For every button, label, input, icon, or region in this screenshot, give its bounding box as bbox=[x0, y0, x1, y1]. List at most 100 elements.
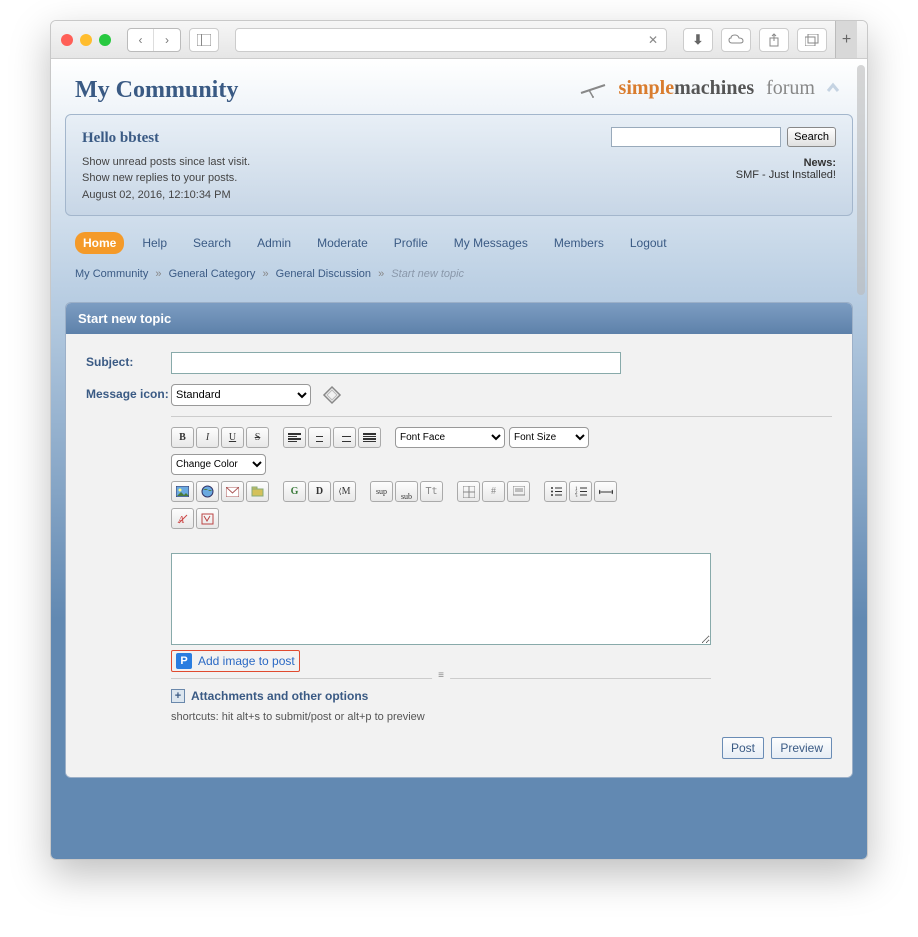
nav-buttons: ‹ › bbox=[127, 28, 181, 52]
bbc-image-button[interactable] bbox=[171, 481, 194, 502]
smf-logo[interactable]: simplemachines forum bbox=[579, 77, 815, 100]
forum-header: My Community simplemachines forum bbox=[65, 59, 853, 110]
new-replies-link[interactable]: Show new replies to your posts. bbox=[82, 172, 237, 184]
bbc-teletype-button[interactable]: Tt bbox=[420, 481, 443, 502]
bbc-preformat-button[interactable] bbox=[358, 427, 381, 448]
add-image-link[interactable]: Add image to post bbox=[198, 654, 295, 668]
list-ol-icon: 123 bbox=[575, 486, 587, 497]
menu-moderate[interactable]: Moderate bbox=[309, 232, 376, 254]
bbc-ftp-button[interactable] bbox=[246, 481, 269, 502]
forward-button[interactable]: › bbox=[154, 29, 180, 51]
message-icon-select[interactable]: Standard bbox=[171, 384, 311, 406]
browser-window: ‹ › ✕ ⬇ + My Community simplemachine bbox=[50, 20, 868, 860]
shortcuts-hint: shortcuts: hit alt+s to submit/post or a… bbox=[171, 711, 832, 723]
eraser-icon: A bbox=[177, 513, 189, 525]
crumb-community[interactable]: My Community bbox=[75, 268, 148, 280]
scrollbar-thumb[interactable] bbox=[857, 65, 865, 295]
menu-search[interactable]: Search bbox=[185, 232, 239, 254]
hr-icon bbox=[599, 489, 613, 495]
bbc-strike-button[interactable]: S bbox=[246, 427, 269, 448]
search-button[interactable]: Search bbox=[787, 127, 836, 147]
image-icon bbox=[176, 486, 189, 497]
bbc-remove-format-button[interactable]: A bbox=[171, 508, 194, 529]
toggle-icon bbox=[201, 513, 214, 525]
svg-text:A: A bbox=[177, 515, 185, 525]
sidebar-toggle-button[interactable] bbox=[189, 28, 219, 52]
cloud-button[interactable] bbox=[721, 28, 751, 52]
bbc-align-right-button[interactable] bbox=[333, 427, 356, 448]
greeting: Hello bbtest bbox=[82, 127, 250, 150]
mail-icon bbox=[226, 487, 239, 497]
main-menu: Home Help Search Admin Moderate Profile … bbox=[65, 216, 853, 264]
menu-members[interactable]: Members bbox=[546, 232, 612, 254]
menu-help[interactable]: Help bbox=[134, 232, 175, 254]
bbc-table-button[interactable] bbox=[457, 481, 480, 502]
breadcrumb: My Community » General Category » Genera… bbox=[65, 264, 853, 290]
bbc-quote-button[interactable] bbox=[507, 481, 530, 502]
user-info: Hello bbtest Show unread posts since las… bbox=[82, 127, 250, 203]
font-face-select[interactable]: Font Face bbox=[395, 427, 505, 448]
menu-messages[interactable]: My Messages bbox=[446, 232, 536, 254]
svg-text:3: 3 bbox=[575, 495, 578, 497]
unread-posts-link[interactable]: Show unread posts since last visit. bbox=[82, 156, 250, 168]
url-bar[interactable]: ✕ bbox=[235, 28, 667, 52]
site-title[interactable]: My Community bbox=[75, 77, 238, 104]
bbc-sup-button[interactable]: sup bbox=[370, 481, 393, 502]
bbc-toggle-view-button[interactable] bbox=[196, 508, 219, 529]
quote-icon bbox=[513, 486, 525, 497]
chevron-up-icon bbox=[825, 80, 841, 96]
tabs-button[interactable] bbox=[797, 28, 827, 52]
close-window-button[interactable] bbox=[61, 34, 73, 46]
table-icon bbox=[463, 486, 475, 498]
bbc-bold-button[interactable]: B bbox=[171, 427, 194, 448]
expand-attachments-button[interactable]: + bbox=[171, 689, 185, 703]
font-size-select[interactable]: Font Size bbox=[509, 427, 589, 448]
bbc-italic-button[interactable]: I bbox=[196, 427, 219, 448]
postimage-icon: P bbox=[176, 653, 192, 669]
menu-profile[interactable]: Profile bbox=[386, 232, 436, 254]
editor-toolbar: B I U S Font Face bbox=[171, 416, 832, 759]
globe-icon bbox=[201, 485, 214, 498]
bbc-underline-button[interactable]: U bbox=[221, 427, 244, 448]
textarea-resize-grip[interactable] bbox=[171, 678, 711, 679]
preview-button[interactable]: Preview bbox=[771, 737, 832, 759]
bbc-sub-button[interactable]: sub bbox=[395, 481, 418, 502]
post-button[interactable]: Post bbox=[722, 737, 764, 759]
bbc-align-center-button[interactable] bbox=[308, 427, 331, 448]
menu-logout[interactable]: Logout bbox=[622, 232, 675, 254]
panel-title: Start new topic bbox=[66, 303, 852, 334]
list-ul-icon bbox=[550, 486, 562, 497]
subject-input[interactable] bbox=[171, 352, 621, 374]
minimize-window-button[interactable] bbox=[80, 34, 92, 46]
new-tab-button[interactable]: + bbox=[835, 21, 857, 58]
downloads-button[interactable]: ⬇ bbox=[683, 28, 713, 52]
logo-machines: machines bbox=[674, 77, 754, 99]
search-input[interactable] bbox=[611, 127, 781, 147]
bbc-code-button[interactable]: # bbox=[482, 481, 505, 502]
stop-reload-icon[interactable]: ✕ bbox=[648, 33, 658, 47]
user-panel: Hello bbtest Show unread posts since las… bbox=[65, 114, 853, 216]
share-button[interactable] bbox=[759, 28, 789, 52]
bbc-list-ol-button[interactable]: 123 bbox=[569, 481, 592, 502]
change-color-select[interactable]: Change Color bbox=[171, 454, 266, 475]
attachments-label[interactable]: Attachments and other options bbox=[191, 689, 368, 703]
bbc-glow-button[interactable]: G bbox=[283, 481, 306, 502]
message-textarea[interactable] bbox=[171, 553, 711, 645]
bbc-marquee-button[interactable]: ⟨M bbox=[333, 481, 356, 502]
menu-home[interactable]: Home bbox=[75, 232, 124, 254]
browser-toolbar: ‹ › ✕ ⬇ + bbox=[51, 21, 867, 59]
post-form-panel: Start new topic Subject: Message icon: S… bbox=[65, 302, 853, 778]
bbc-shadow-button[interactable]: D bbox=[308, 481, 331, 502]
crumb-board[interactable]: General Discussion bbox=[276, 268, 371, 280]
bbc-url-button[interactable] bbox=[196, 481, 219, 502]
bbc-email-button[interactable] bbox=[221, 481, 244, 502]
back-button[interactable]: ‹ bbox=[128, 29, 154, 51]
collapse-header-button[interactable] bbox=[825, 80, 843, 98]
bbc-hr-button[interactable] bbox=[594, 481, 617, 502]
maximize-window-button[interactable] bbox=[99, 34, 111, 46]
crumb-category[interactable]: General Category bbox=[169, 268, 256, 280]
bbc-list-ul-button[interactable] bbox=[544, 481, 567, 502]
menu-admin[interactable]: Admin bbox=[249, 232, 299, 254]
bbc-align-left-button[interactable] bbox=[283, 427, 306, 448]
news-label: News: bbox=[611, 157, 836, 169]
